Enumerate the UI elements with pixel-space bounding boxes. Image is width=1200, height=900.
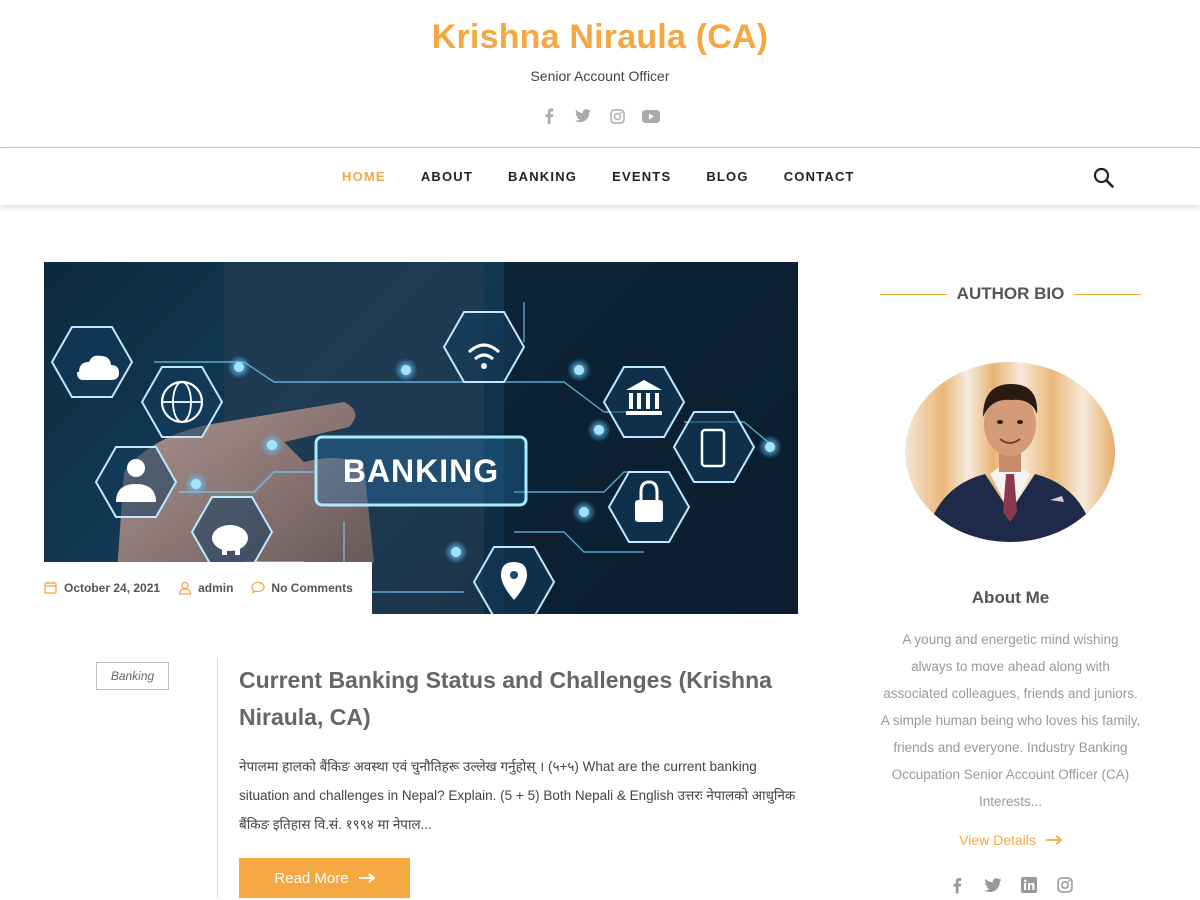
nav-item-home[interactable]: HOME xyxy=(342,169,386,184)
header-social-links xyxy=(0,106,1200,126)
author-avatar xyxy=(905,362,1115,542)
nav-item-blog[interactable]: BLOG xyxy=(706,169,748,184)
search-icon[interactable] xyxy=(1092,166,1116,190)
arrow-right-icon xyxy=(1045,832,1063,848)
read-more-button[interactable]: Read More xyxy=(239,858,410,898)
author-bio-title: AUTHOR BIO xyxy=(956,284,1065,303)
post-author-text: admin xyxy=(198,581,234,595)
post-comments-text: No Comments xyxy=(271,581,353,595)
site-title[interactable]: Krishna Niraula (CA) xyxy=(0,18,1200,57)
post-meta: October 24, 2021 admin No Comments xyxy=(44,562,372,614)
post-excerpt: नेपालमा हालको बैंकिङ अवस्था एवं चुनौतिहर… xyxy=(239,759,796,832)
content-divider xyxy=(217,658,218,898)
nav-menu: HOME ABOUT BANKING EVENTS BLOG CONTACT xyxy=(342,148,890,205)
nav-item-contact[interactable]: CONTACT xyxy=(784,169,855,184)
view-details-label: View Details xyxy=(959,832,1036,848)
linkedin-icon[interactable] xyxy=(1019,875,1039,895)
post-title[interactable]: Current Banking Status and Challenges (K… xyxy=(239,662,799,736)
user-icon xyxy=(178,581,192,595)
image-banking-text: BANKING xyxy=(343,453,499,489)
heading-line-left xyxy=(880,293,947,295)
author-social-links xyxy=(880,875,1141,895)
comment-icon xyxy=(251,581,266,595)
post-date[interactable]: October 24, 2021 xyxy=(44,581,160,595)
heading-line-right xyxy=(1074,293,1142,295)
instagram-icon[interactable] xyxy=(607,106,627,126)
about-me-title: About Me xyxy=(971,588,1050,607)
facebook-icon[interactable] xyxy=(947,875,967,895)
youtube-icon[interactable] xyxy=(641,106,661,126)
twitter-icon[interactable] xyxy=(983,875,1003,895)
arrow-right-icon xyxy=(358,870,376,887)
calendar-icon xyxy=(44,581,58,595)
post-date-text: October 24, 2021 xyxy=(64,581,161,595)
nav-item-events[interactable]: EVENTS xyxy=(612,169,671,184)
about-me-text: A young and energetic mind wishing alway… xyxy=(880,632,1141,809)
instagram-icon[interactable] xyxy=(1055,875,1075,895)
author-bio-heading: AUTHOR BIO xyxy=(880,283,1142,305)
main-navigation: HOME ABOUT BANKING EVENTS BLOG CONTACT xyxy=(0,147,1200,205)
facebook-icon[interactable] xyxy=(539,106,559,126)
read-more-label: Read More xyxy=(274,869,349,887)
nav-item-about[interactable]: ABOUT xyxy=(421,169,473,184)
nav-item-banking[interactable]: BANKING xyxy=(508,169,577,184)
twitter-icon[interactable] xyxy=(573,106,593,126)
post-comments[interactable]: No Comments xyxy=(251,581,353,595)
view-details-link[interactable]: View Details xyxy=(880,832,1141,848)
site-tagline: Senior Account Officer xyxy=(530,68,670,84)
category-badge[interactable]: Banking xyxy=(96,662,169,690)
site-header: Krishna Niraula (CA) Senior Account Offi… xyxy=(0,0,1200,147)
post-author[interactable]: admin xyxy=(178,581,233,595)
